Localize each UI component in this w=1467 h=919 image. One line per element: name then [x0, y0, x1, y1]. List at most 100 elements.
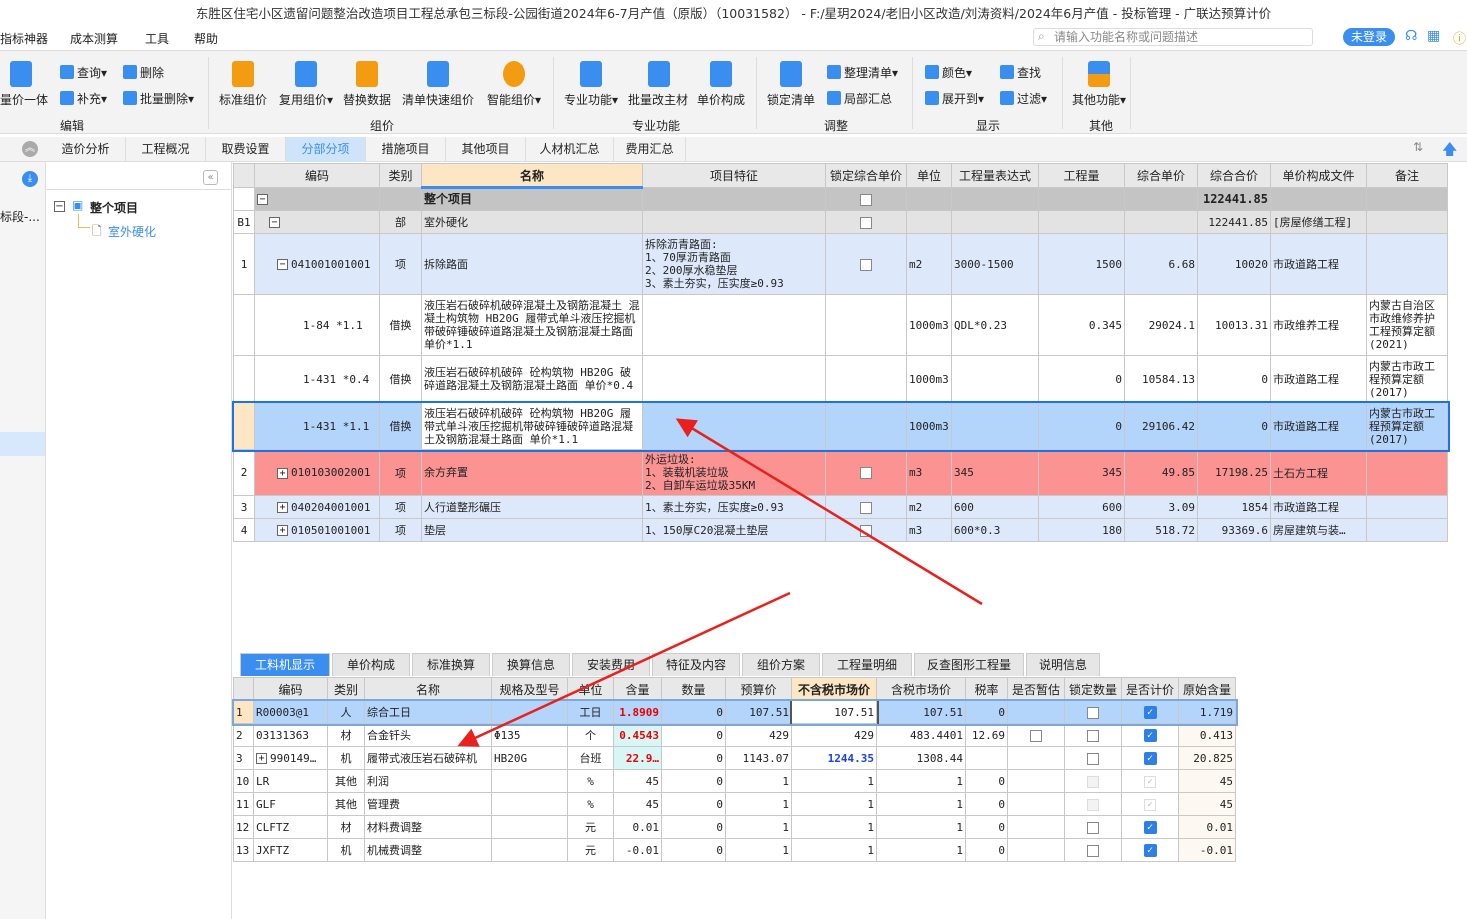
column-header[interactable]: 类别	[379, 163, 422, 188]
standard-price-button[interactable]: 标准组价	[219, 91, 267, 108]
cell-code[interactable]: JXFTZ	[253, 838, 328, 862]
column-header[interactable]: 含量	[613, 677, 662, 701]
cell-unit[interactable]: 个	[567, 723, 614, 747]
cell-name[interactable]: 综合工日	[364, 700, 492, 724]
cell-expr[interactable]: 600	[951, 495, 1039, 519]
cell-cat[interactable]: 机	[327, 746, 365, 770]
column-header[interactable]: 名称	[421, 163, 643, 189]
column-header[interactable]: 类别	[327, 677, 365, 701]
cell-qty[interactable]: 0	[1038, 355, 1125, 403]
cell-feat[interactable]: 1、素土夯实，压实度≥0.93	[642, 495, 826, 519]
tab-0[interactable]: 造价分析	[46, 137, 126, 162]
cell-price[interactable]: 49.85	[1124, 449, 1198, 496]
cell-name[interactable]: 履带式液压岩石破碎机	[364, 746, 492, 770]
cell-unit[interactable]: m2	[906, 495, 952, 519]
cell-amt[interactable]: 1.8909	[613, 700, 662, 724]
cell-lockq[interactable]	[1064, 700, 1122, 724]
cell-cat[interactable]: 材	[327, 815, 365, 839]
cell-lock[interactable]	[825, 518, 907, 542]
cell-orig[interactable]: 20.825	[1178, 746, 1236, 770]
tab-4[interactable]: 措施项目	[366, 137, 446, 162]
collapse-up-icon[interactable]: ︽	[22, 141, 38, 157]
cell-num[interactable]: 0	[661, 838, 726, 862]
cell-priced[interactable]: ✓	[1121, 838, 1179, 862]
tree-child[interactable]: 室外硬化	[108, 223, 156, 240]
cell-name[interactable]: 液压岩石破碎机破碎混凝土及钢筋混凝土 混凝土构筑物 HB20G 履带式单斗液压挖…	[421, 294, 643, 356]
query-button[interactable]: 查询▾	[60, 64, 107, 81]
cell-total[interactable]: 1854	[1197, 495, 1271, 519]
cell-name[interactable]: 整个项目	[421, 187, 643, 211]
column-header[interactable]	[233, 163, 255, 188]
cell-orig[interactable]: 1.719	[1178, 700, 1236, 724]
column-header[interactable]: 数量	[661, 677, 726, 701]
other-functions-button[interactable]: 其他功能▾	[1072, 91, 1126, 108]
detail-tab-1[interactable]: 单价构成	[332, 653, 410, 676]
cell-name[interactable]: 室外硬化	[421, 210, 643, 234]
column-header[interactable]: 锁定综合单价	[825, 163, 907, 188]
column-header[interactable]	[233, 677, 254, 701]
cell-code[interactable]: +010501001001	[254, 518, 380, 542]
cell-lock[interactable]	[825, 233, 907, 295]
cell-cat[interactable]: 项	[379, 495, 422, 519]
cell-price[interactable]: 29024.1	[1124, 294, 1198, 356]
cell-code[interactable]: 03131363	[253, 723, 328, 747]
table-row[interactable]: 1-431 *0.4 借换 液压岩石破碎机破碎 砼构筑物 HB20G 破碎道路混凝土…	[233, 355, 1448, 403]
cell-est[interactable]	[1007, 700, 1065, 724]
cell-no[interactable]: B1	[233, 210, 255, 234]
table-row[interactable]: 12 CLFTZ 材 材料费调整 元 0.01 0 1 1 1 0 ✓ 0.01	[233, 815, 1236, 839]
tab-1[interactable]: 工程概况	[126, 137, 206, 162]
cell-amt[interactable]: 0.01	[613, 815, 662, 839]
cell-code[interactable]: 1-431 *1.1	[254, 402, 380, 450]
cell-file[interactable]: 市政道路工程	[1270, 233, 1367, 295]
column-header[interactable]: 规格及型号	[491, 677, 568, 701]
cell-bp[interactable]: 1	[725, 838, 792, 862]
cell-name[interactable]: 人行道整形碾压	[421, 495, 643, 519]
cell-code[interactable]: +990149…	[253, 746, 328, 770]
cell-expr[interactable]: 600*0.3	[951, 518, 1039, 542]
filter-button[interactable]: 过滤▾	[1000, 90, 1047, 107]
cell-num[interactable]: 0	[661, 700, 726, 724]
cell-expr[interactable]: 3000-1500	[951, 233, 1039, 295]
cell-feat[interactable]	[642, 210, 826, 234]
lock-checkbox[interactable]	[860, 258, 872, 271]
cell-amt[interactable]: 45	[613, 769, 662, 793]
menu-item[interactable]: 工具	[145, 30, 169, 47]
lock-checkbox[interactable]	[860, 216, 872, 229]
cell-num[interactable]: 0	[661, 723, 726, 747]
cell-file[interactable]: 市政道路工程	[1270, 495, 1367, 519]
table-row[interactable]: B1 − 部 室外硬化 122441.85 [房屋修缮工程]	[233, 210, 1448, 234]
cell-code[interactable]: LR	[253, 769, 328, 793]
cell-unit[interactable]: 1000m3	[906, 294, 952, 356]
detail-tab-5[interactable]: 特征及内容	[652, 653, 740, 676]
cell-spec[interactable]	[491, 792, 568, 816]
color-button[interactable]: 颜色▾	[925, 64, 972, 81]
cell-feat[interactable]	[642, 294, 826, 356]
cell-num[interactable]: 0	[661, 746, 726, 770]
detail-tab-3[interactable]: 换算信息	[492, 653, 570, 676]
cell-est[interactable]	[1007, 746, 1065, 770]
detail-tab-2[interactable]: 标准换算	[412, 653, 490, 676]
cell-cat[interactable]: 项	[379, 233, 422, 295]
cell-file[interactable]	[1270, 187, 1367, 211]
cell-lockq[interactable]	[1064, 746, 1122, 770]
cell-code[interactable]: −	[254, 210, 380, 234]
column-header[interactable]: 税率	[965, 677, 1008, 701]
cell-num[interactable]: 0	[661, 792, 726, 816]
cell-feat[interactable]: 1、150厚C20混凝土垫层	[642, 518, 826, 542]
cell-total[interactable]: 0	[1197, 402, 1271, 450]
collapse-panel-icon[interactable]: «	[203, 170, 218, 185]
tab-7[interactable]: 费用汇总	[614, 137, 686, 162]
project-node[interactable]: 标段-...	[0, 208, 40, 225]
column-header[interactable]: 单价构成文件	[1270, 163, 1367, 188]
cell-unit[interactable]	[906, 187, 952, 211]
cell-qty[interactable]	[1038, 210, 1125, 234]
detail-tab-4[interactable]: 安装费用	[572, 653, 650, 676]
cell-bp[interactable]: 1	[725, 815, 792, 839]
cell-orig[interactable]: 0.01	[1178, 815, 1236, 839]
column-header[interactable]: 名称	[364, 677, 492, 701]
cell-rate[interactable]: 0	[965, 700, 1008, 724]
cell-bp[interactable]: 107.51	[725, 700, 792, 724]
cell-spec[interactable]: Φ135	[491, 723, 568, 747]
cell-tp[interactable]: 107.51	[876, 700, 966, 724]
cell-file[interactable]: 市政维养工程	[1270, 294, 1367, 356]
